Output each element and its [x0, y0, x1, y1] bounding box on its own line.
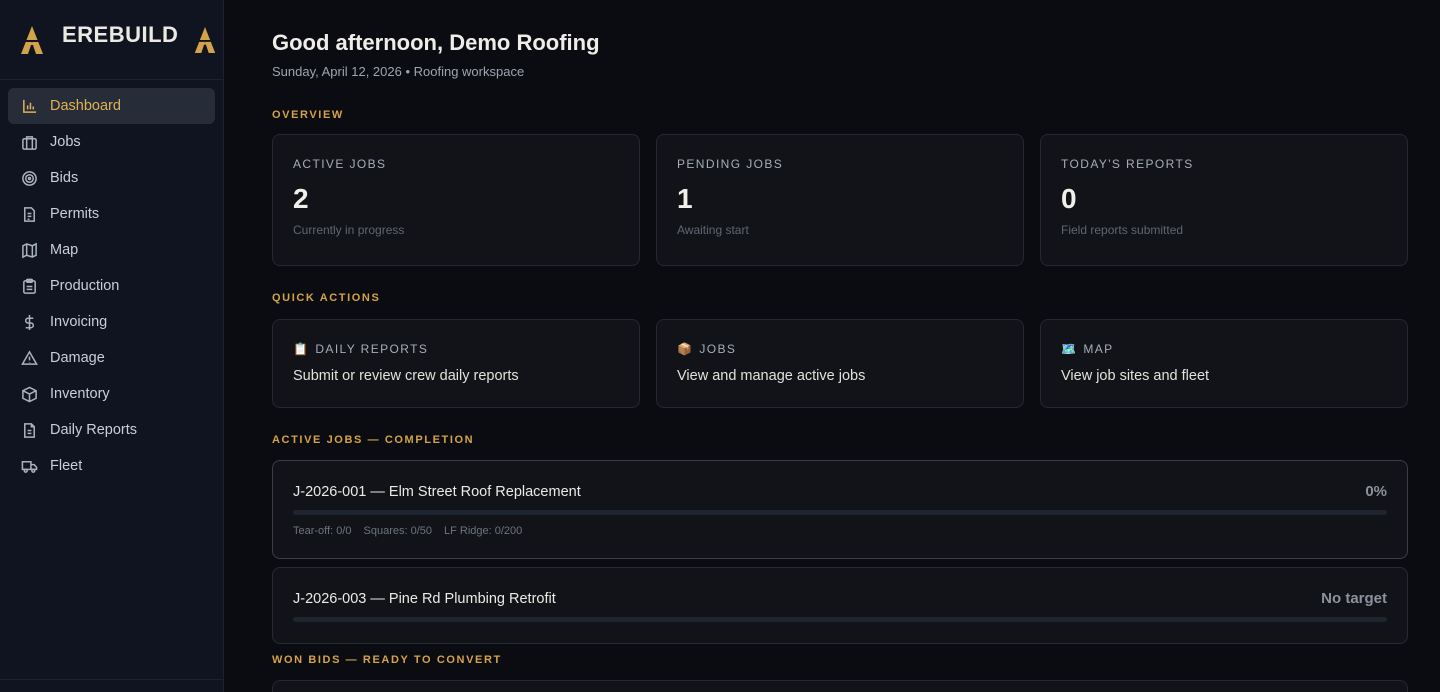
sidebar-item-production[interactable]: Production — [8, 268, 215, 304]
stat-subtitle: Currently in progress — [293, 223, 405, 237]
sidebar: EREBUILD Dashboard Jobs Bids Permits Map — [0, 0, 224, 692]
bar-chart-icon — [20, 97, 38, 115]
dollar-icon — [20, 313, 38, 331]
job-progress-bar — [293, 617, 1387, 622]
quick-action-description: View and manage active jobs — [677, 368, 866, 384]
won-bid-card[interactable] — [272, 680, 1408, 692]
brand-name: EREBUILD — [62, 21, 179, 47]
sidebar-item-label: Invoicing — [50, 314, 108, 330]
stat-card-active-jobs[interactable]: ACTIVE JOBS 2 Currently in progress — [272, 134, 640, 266]
page-subtitle: Sunday, April 12, 2026 • Roofing workspa… — [272, 64, 525, 79]
sidebar-item-invoicing[interactable]: Invoicing — [8, 304, 215, 340]
stat-label: PENDING JOBS — [677, 157, 784, 171]
job-metric: Squares: 0/50 — [363, 525, 433, 537]
job-progress-bar — [293, 510, 1387, 515]
stat-card-todays-reports[interactable]: TODAY'S REPORTS 0 Field reports submitte… — [1040, 134, 1408, 266]
overview-heading: OVERVIEW — [272, 109, 344, 121]
stat-value: 0 — [1061, 183, 1077, 214]
sidebar-item-label: Permits — [50, 206, 100, 222]
sidebar-footer — [0, 679, 223, 692]
quick-action-daily-reports[interactable]: 📋 DAILY REPORTS Submit or review crew da… — [272, 319, 640, 408]
truck-icon — [20, 457, 38, 475]
warning-icon — [20, 349, 38, 367]
page-title: Good afternoon, Demo Roofing — [272, 30, 600, 55]
world-map-icon: 🗺️ — [1061, 342, 1078, 356]
job-metric: Tear-off: 0/0 — [293, 525, 352, 537]
hazard-a-icon — [20, 25, 44, 54]
sidebar-item-label: Damage — [50, 350, 105, 366]
sidebar-item-damage[interactable]: Damage — [8, 340, 215, 376]
stat-value: 2 — [293, 183, 309, 214]
active-jobs-heading: ACTIVE JOBS — COMPLETION — [272, 434, 475, 446]
quick-action-cards: 📋 DAILY REPORTS Submit or review crew da… — [272, 304, 1408, 408]
sidebar-nav: Dashboard Jobs Bids Permits Map Producti… — [0, 80, 223, 492]
quick-action-label: JOBS — [699, 342, 737, 356]
stat-value: 1 — [677, 183, 693, 214]
target-icon — [20, 169, 38, 187]
job-metric: LF Ridge: 0/200 — [444, 525, 523, 537]
quick-action-title: 📦 JOBS — [677, 342, 1003, 356]
sidebar-item-fleet[interactable]: Fleet — [8, 448, 215, 484]
quick-action-description: View job sites and fleet — [1061, 368, 1210, 384]
quick-action-title: 🗺️ MAP — [1061, 342, 1387, 356]
job-percent: 0% — [1365, 483, 1387, 500]
quick-action-map[interactable]: 🗺️ MAP View job sites and fleet — [1040, 319, 1408, 408]
job-header: J-2026-003 — Pine Rd Plumbing Retrofit N… — [293, 590, 1387, 607]
job-header: J-2026-001 — Elm Street Roof Replacement… — [293, 483, 1387, 500]
brand-header[interactable]: EREBUILD — [0, 0, 223, 80]
sidebar-item-permits[interactable]: Permits — [8, 196, 215, 232]
sidebar-item-label: Map — [50, 242, 79, 258]
job-completion-card[interactable]: J-2026-001 — Elm Street Roof Replacement… — [272, 460, 1408, 559]
job-completion-card[interactable]: J-2026-003 — Pine Rd Plumbing Retrofit N… — [272, 567, 1408, 644]
sidebar-item-label: Inventory — [50, 386, 110, 402]
job-title: J-2026-003 — Pine Rd Plumbing Retrofit — [293, 590, 556, 607]
sidebar-item-label: Production — [50, 278, 120, 294]
sidebar-item-label: Jobs — [50, 134, 81, 150]
sidebar-item-inventory[interactable]: Inventory — [8, 376, 215, 412]
dashboard-main: Good afternoon, Demo Roofing Sunday, Apr… — [224, 0, 1440, 692]
package-icon: 📦 — [677, 342, 694, 356]
stat-label: ACTIVE JOBS — [293, 157, 387, 171]
sidebar-item-label: Bids — [50, 170, 79, 186]
sidebar-item-daily-reports[interactable]: Daily Reports — [8, 412, 215, 448]
hazard-a-icon — [194, 26, 217, 53]
sidebar-item-map[interactable]: Map — [8, 232, 215, 268]
sidebar-item-jobs[interactable]: Jobs — [8, 124, 215, 160]
job-metrics: Tear-off: 0/0 Squares: 0/50 LF Ridge: 0/… — [293, 525, 1387, 537]
stat-label: TODAY'S REPORTS — [1061, 157, 1194, 171]
clipboard-icon: 📋 — [293, 342, 310, 356]
briefcase-icon — [20, 133, 38, 151]
quick-action-description: Submit or review crew daily reports — [293, 368, 519, 384]
report-icon — [20, 421, 38, 439]
sidebar-item-dashboard[interactable]: Dashboard — [8, 88, 215, 124]
quick-action-jobs[interactable]: 📦 JOBS View and manage active jobs — [656, 319, 1024, 408]
stat-card-pending-jobs[interactable]: PENDING JOBS 1 Awaiting start — [656, 134, 1024, 266]
sidebar-item-label: Fleet — [50, 458, 83, 474]
sidebar-item-bids[interactable]: Bids — [8, 160, 215, 196]
box-icon — [20, 385, 38, 403]
sidebar-item-label: Daily Reports — [50, 422, 138, 438]
quick-actions-heading: QUICK ACTIONS — [272, 292, 381, 304]
sidebar-item-label: Dashboard — [50, 98, 121, 114]
overview-cards: ACTIVE JOBS 2 Currently in progress PEND… — [272, 121, 1408, 266]
job-title: J-2026-001 — Elm Street Roof Replacement — [293, 483, 581, 500]
quick-action-title: 📋 DAILY REPORTS — [293, 342, 619, 356]
document-icon — [20, 205, 38, 223]
quick-action-label: MAP — [1083, 342, 1114, 356]
job-percent: No target — [1321, 590, 1387, 607]
stat-subtitle: Awaiting start — [677, 223, 749, 237]
clipboard-icon — [20, 277, 38, 295]
map-icon — [20, 241, 38, 259]
won-bids-heading: WON BIDS — READY TO CONVERT — [272, 654, 502, 666]
quick-action-label: DAILY REPORTS — [315, 342, 429, 356]
stat-subtitle: Field reports submitted — [1061, 223, 1184, 237]
